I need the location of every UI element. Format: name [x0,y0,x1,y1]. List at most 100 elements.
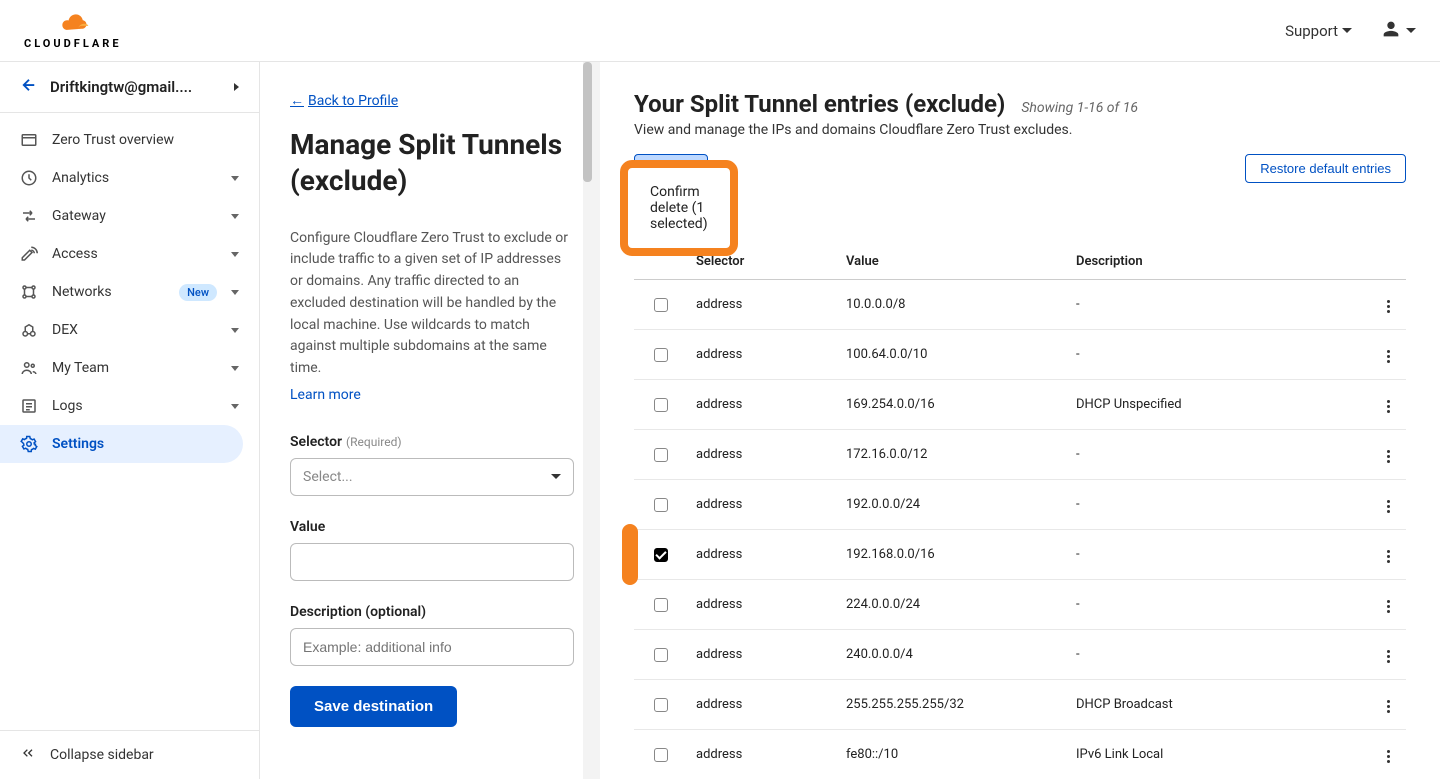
account-switcher[interactable]: Driftkingtw@gmail.... [0,62,259,113]
row-description: - [1068,580,1370,630]
sidebar-item-analytics[interactable]: Analytics [0,159,259,197]
learn-more-link[interactable]: Learn more [290,387,361,403]
sidebar-item-access[interactable]: Access [0,235,259,273]
nav-label: Networks [52,284,165,300]
arrow-left-icon: ← [290,92,304,109]
table-row: address172.16.0.0/12- [634,430,1406,480]
restore-defaults-button[interactable]: Restore default entries [1245,154,1406,183]
nav-label: Gateway [52,208,217,224]
row-checkbox[interactable] [654,298,668,312]
sidebar-item-dex[interactable]: DEX [0,311,259,349]
row-value: fe80::/10 [838,730,1068,779]
row-checkbox[interactable] [654,448,668,462]
scrollbar-thumb[interactable] [583,62,592,182]
more-actions-icon[interactable] [1383,396,1394,417]
user-menu[interactable] [1380,18,1416,44]
more-actions-icon[interactable] [1383,746,1394,767]
save-destination-button[interactable]: Save destination [290,686,457,727]
sidebar-item-networks[interactable]: NetworksNew [0,273,259,311]
sidebar-item-logs[interactable]: Logs [0,387,259,425]
column-description: Description [1068,244,1370,280]
caret-down-icon [231,252,239,257]
nav-icon [20,245,38,263]
more-actions-icon[interactable] [1383,546,1394,567]
brand-logo[interactable]: CLOUDFLARE [24,11,122,50]
nav-icon [20,397,38,415]
more-actions-icon[interactable] [1383,696,1394,717]
row-selector: address [688,430,838,480]
more-actions-icon[interactable] [1383,496,1394,517]
table-row: address10.0.0.0/8- [634,280,1406,330]
sidebar: Driftkingtw@gmail.... Zero Trust overvie… [0,62,260,779]
row-selector: address [688,680,838,730]
row-checkbox[interactable] [654,698,668,712]
caret-right-icon [234,83,239,91]
row-checkbox[interactable] [654,498,668,512]
more-actions-icon[interactable] [1383,646,1394,667]
row-value: 192.0.0.0/24 [838,480,1068,530]
table-title: Your Split Tunnel entries (exclude) [634,90,1005,118]
sidebar-item-settings[interactable]: Settings [0,425,243,463]
sidebar-item-zero-trust-overview[interactable]: Zero Trust overview [0,121,259,159]
nav-list: Zero Trust overview Analytics Gateway Acces… [0,113,259,730]
top-header: CLOUDFLARE Support [0,0,1440,62]
more-actions-icon[interactable] [1383,346,1394,367]
back-to-profile-link[interactable]: ← Back to Profile [290,92,398,109]
row-description: - [1068,430,1370,480]
selector-label: Selector(Required) [290,434,402,450]
nav-icon [20,207,38,225]
support-dropdown[interactable]: Support [1285,22,1352,40]
row-value: 169.254.0.0/16 [838,380,1068,430]
nav-label: My Team [52,360,217,376]
description-label: Description (optional) [290,604,426,620]
row-checkbox[interactable] [654,648,668,662]
nav-label: Zero Trust overview [52,132,239,148]
row-checkbox[interactable] [654,548,668,562]
caret-down-icon [231,176,239,181]
row-description: - [1068,480,1370,530]
collapse-sidebar-button[interactable]: Collapse sidebar [0,730,259,779]
row-value: 172.16.0.0/12 [838,430,1068,480]
row-value: 192.168.0.0/16 [838,530,1068,580]
nav-icon [20,169,38,187]
row-description: - [1068,630,1370,680]
left-panel-scrollbar[interactable] [583,62,592,779]
row-description: - [1068,330,1370,380]
split-tunnel-table: Selector Value Description address10.0.0… [634,244,1406,779]
more-actions-icon[interactable] [1383,596,1394,617]
row-selector: address [688,730,838,779]
table-body: address10.0.0.0/8-address100.64.0.0/10-a… [634,280,1406,779]
row-selector: address [688,480,838,530]
sidebar-item-my-team[interactable]: My Team [0,349,259,387]
row-description: IPv6 Link Local [1068,730,1370,779]
cloudflare-cloud-icon [49,11,97,35]
selector-dropdown[interactable]: Select... [290,458,574,496]
nav-icon [20,283,38,301]
row-checkbox[interactable] [654,598,668,612]
value-input[interactable] [290,543,574,581]
nav-label: Settings [52,436,223,452]
caret-down-icon [231,328,239,333]
sidebar-item-gateway[interactable]: Gateway [0,197,259,235]
row-description: DHCP Broadcast [1068,680,1370,730]
nav-icon [20,359,38,377]
more-actions-icon[interactable] [1383,446,1394,467]
description-input[interactable] [290,628,574,666]
caret-down-icon [231,366,239,371]
value-label: Value [290,519,325,535]
nav-label: Analytics [52,170,217,186]
page-description: Configure Cloudflare Zero Trust to exclu… [290,228,574,380]
highlight-border [622,524,638,585]
table-row: address240.0.0.0/4- [634,630,1406,680]
row-checkbox[interactable] [654,748,668,762]
caret-down-icon [231,404,239,409]
row-checkbox[interactable] [654,348,668,362]
row-checkbox[interactable] [654,398,668,412]
confirm-delete-menu-item[interactable]: Confirm delete (1 selected) [620,160,738,256]
table-row: address192.0.0.0/24- [634,480,1406,530]
row-description: DHCP Unspecified [1068,380,1370,430]
caret-down-icon [231,290,239,295]
table-row: address169.254.0.0/16DHCP Unspecified [634,380,1406,430]
more-actions-icon[interactable] [1383,296,1394,317]
nav-icon [20,131,38,149]
